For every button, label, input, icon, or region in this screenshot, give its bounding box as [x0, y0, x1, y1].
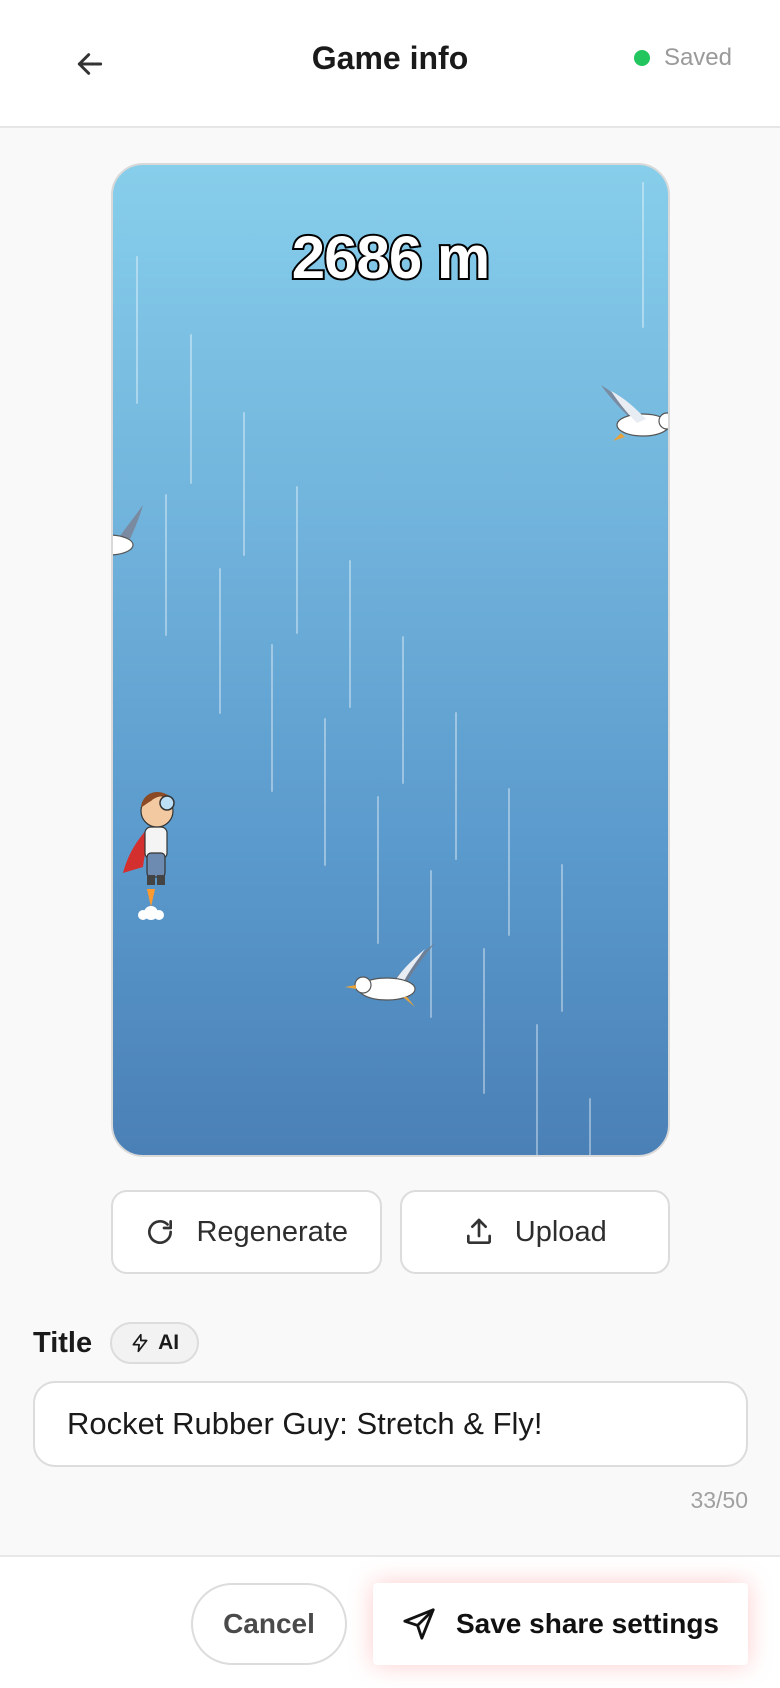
game-scene — [113, 182, 668, 1155]
preview-actions: Regenerate Upload — [111, 1190, 670, 1274]
upload-button[interactable]: Upload — [399, 1190, 670, 1274]
game-preview[interactable]: 2686 m — [111, 163, 670, 1157]
seagull-2 — [113, 505, 143, 556]
upload-label: Upload — [514, 1215, 607, 1248]
character-counter: 33/50 — [690, 1487, 748, 1513]
regenerate-label: Regenerate — [196, 1215, 349, 1248]
ai-badge-label: AI — [158, 1331, 180, 1354]
status-dot-icon — [633, 50, 650, 66]
ai-generate-button[interactable]: AI — [110, 1322, 200, 1364]
title-label: Title — [33, 1326, 93, 1359]
save-status: Saved — [633, 44, 732, 72]
top-bar: Game info Saved — [0, 0, 780, 128]
upload-icon — [466, 1218, 491, 1244]
lightning-icon — [132, 1333, 148, 1353]
save-status-label: Saved — [663, 44, 732, 71]
refresh-icon — [148, 1220, 173, 1244]
rain-streaks — [136, 182, 644, 1155]
cancel-button[interactable]: Cancel — [191, 1583, 347, 1665]
regenerate-button[interactable]: Regenerate — [111, 1190, 382, 1274]
seagull-1 — [601, 385, 668, 441]
title-input[interactable] — [33, 1381, 748, 1467]
send-icon — [403, 1608, 435, 1640]
footer-bar: Cancel Save share settings — [0, 1555, 780, 1688]
save-share-settings-button[interactable]: Save share settings — [373, 1583, 748, 1665]
score-readout: 2686 m — [290, 222, 493, 293]
save-share-settings-label: Save share settings — [455, 1608, 720, 1639]
hero-character — [123, 792, 175, 920]
title-label-row: Title AI — [33, 1322, 200, 1364]
seagull-3 — [345, 943, 435, 1007]
